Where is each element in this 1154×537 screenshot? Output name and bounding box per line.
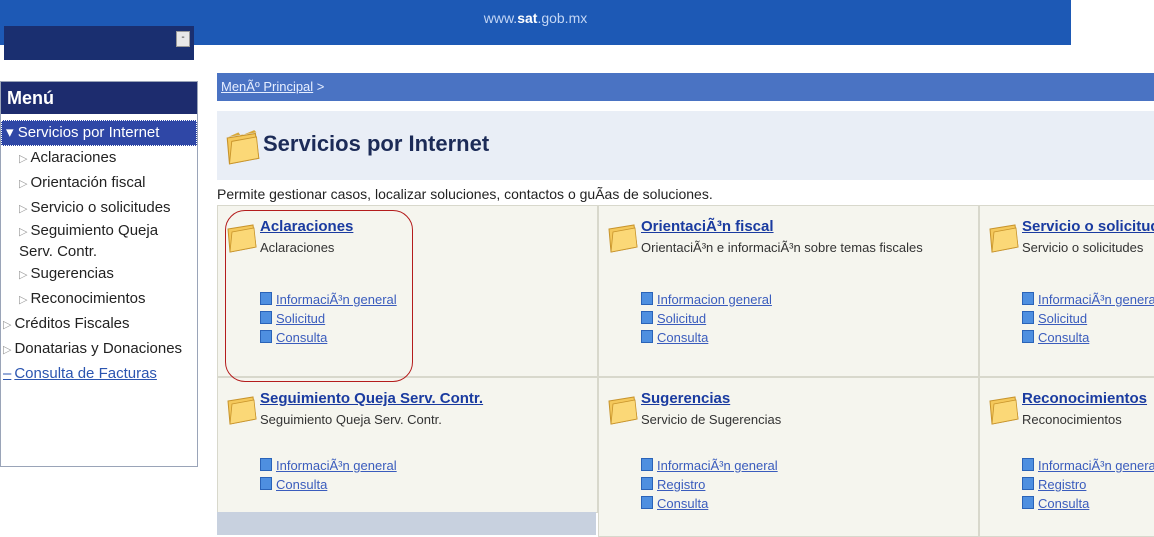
sidebar-item-creditos-fiscales[interactable]: ▷ Créditos Fiscales bbox=[1, 312, 197, 337]
document-icon bbox=[641, 311, 653, 324]
document-icon bbox=[1022, 311, 1034, 324]
card-link[interactable]: Informacion general bbox=[641, 290, 772, 309]
breadcrumb-home-link[interactable]: MenÃº Principal bbox=[221, 79, 313, 94]
card-title[interactable]: Sugerencias bbox=[641, 390, 730, 407]
card-title[interactable]: Reconocimientos bbox=[1022, 390, 1147, 407]
triangle-right-icon: ▷ bbox=[3, 344, 12, 356]
card-seguimiento-queja: Seguimiento Queja Serv. Contr. Seguimien… bbox=[217, 377, 598, 513]
card-link[interactable]: Registro bbox=[1022, 475, 1154, 494]
folder-icon bbox=[989, 396, 1019, 425]
sidebar-item-seguimiento-queja[interactable]: ▷ Seguimiento Queja Serv. Contr. bbox=[1, 221, 197, 262]
card-link[interactable]: InformaciÃ³n general bbox=[260, 456, 397, 475]
sidebar-item-reconocimientos[interactable]: ▷ Reconocimientos bbox=[1, 287, 197, 312]
card-subtitle: OrientaciÃ³n e informaciÃ³n sobre temas … bbox=[641, 240, 923, 255]
document-icon bbox=[641, 330, 653, 343]
dash-icon: – bbox=[3, 365, 12, 382]
sidebar-menu: Menú ▾ Servicios por Internet ▷ Aclaracio… bbox=[0, 81, 198, 467]
sidebar-item-aclaraciones[interactable]: ▷ Aclaraciones bbox=[1, 146, 197, 171]
card-reconocimientos: Reconocimientos Reconocimientos Informac… bbox=[979, 377, 1154, 537]
triangle-right-icon: ▷ bbox=[19, 269, 28, 281]
card-link[interactable]: InformaciÃ³n general bbox=[1022, 290, 1154, 309]
card-link[interactable]: Consulta bbox=[1022, 494, 1154, 513]
triangle-right-icon: ▷ bbox=[19, 226, 28, 238]
triangle-right-icon: ▷ bbox=[3, 319, 12, 331]
document-icon bbox=[260, 458, 272, 471]
sidebar-item-sugerencias[interactable]: ▷ Sugerencias bbox=[1, 262, 197, 287]
folder-icon bbox=[227, 396, 257, 425]
breadcrumb: MenÃº Principal > bbox=[221, 79, 325, 94]
document-icon bbox=[1022, 292, 1034, 305]
card-title[interactable]: Seguimiento Queja Serv. Contr. bbox=[260, 390, 483, 407]
folder-icon bbox=[226, 130, 260, 165]
site-url: www.sat.gob.mx bbox=[483, 10, 588, 26]
document-icon bbox=[641, 477, 653, 490]
card-title[interactable]: OrientaciÃ³n fiscal bbox=[641, 218, 774, 235]
card-orientacion-fiscal: OrientaciÃ³n fiscal OrientaciÃ³n e infor… bbox=[598, 205, 979, 377]
card-title[interactable]: Servicio o solicitudes bbox=[1022, 218, 1154, 235]
card-link[interactable]: Solicitud bbox=[641, 309, 772, 328]
triangle-right-icon: ▷ bbox=[19, 203, 28, 215]
folder-icon bbox=[608, 224, 638, 253]
breadcrumb-bar: MenÃº Principal > bbox=[217, 73, 1154, 101]
triangle-right-icon: ▷ bbox=[19, 153, 28, 165]
card-link[interactable]: InformaciÃ³n general bbox=[1022, 456, 1154, 475]
menu-title: Menú bbox=[1, 82, 197, 114]
triangle-right-icon: ▷ bbox=[19, 294, 28, 306]
card-link[interactable]: Consulta bbox=[641, 328, 772, 347]
sidebar-header: - bbox=[4, 26, 194, 60]
card-link[interactable]: InformaciÃ³n general bbox=[641, 456, 778, 475]
card-sugerencias: Sugerencias Servicio de Sugerencias Info… bbox=[598, 377, 979, 537]
card-link[interactable]: Registro bbox=[641, 475, 778, 494]
document-icon bbox=[1022, 496, 1034, 509]
footer-strip bbox=[217, 512, 596, 535]
card-link[interactable]: Consulta bbox=[1022, 328, 1154, 347]
collapse-button[interactable]: - bbox=[176, 31, 190, 47]
document-icon bbox=[1022, 330, 1034, 343]
document-icon bbox=[641, 458, 653, 471]
document-icon bbox=[1022, 477, 1034, 490]
card-servicio-o-solicitudes: Servicio o solicitudes Servicio o solici… bbox=[979, 205, 1154, 377]
card-subtitle: Servicio o solicitudes bbox=[1022, 240, 1144, 255]
document-icon bbox=[641, 496, 653, 509]
sidebar-item-donatarias[interactable]: ▷ Donatarias y Donaciones bbox=[1, 337, 197, 362]
document-icon bbox=[641, 292, 653, 305]
folder-icon bbox=[989, 224, 1019, 253]
sidebar-item-consulta-de-facturas[interactable]: – Consulta de Facturas bbox=[1, 362, 197, 386]
card-subtitle: Seguimiento Queja Serv. Contr. bbox=[260, 412, 442, 427]
highlight-annotation bbox=[225, 210, 413, 382]
page-header: Servicios por Internet bbox=[217, 111, 1154, 180]
folder-icon bbox=[608, 396, 638, 425]
triangle-right-icon: ▷ bbox=[19, 178, 28, 190]
card-link[interactable]: Consulta bbox=[641, 494, 778, 513]
sidebar-item-orientacion-fiscal[interactable]: ▷ Orientación fiscal bbox=[1, 171, 197, 196]
document-icon bbox=[1022, 458, 1034, 471]
triangle-down-icon: ▾ bbox=[6, 124, 18, 141]
sidebar-item-servicio-o-solicitudes[interactable]: ▷ Servicio o solicitudes bbox=[1, 196, 197, 221]
sidebar-item-servicios-por-internet[interactable]: ▾ Servicios por Internet bbox=[1, 120, 197, 146]
card-link[interactable]: Consulta bbox=[260, 475, 397, 494]
card-link[interactable]: Solicitud bbox=[1022, 309, 1154, 328]
card-subtitle: Servicio de Sugerencias bbox=[641, 412, 782, 427]
page-description: Permite gestionar casos, localizar soluc… bbox=[217, 186, 713, 202]
card-subtitle: Reconocimientos bbox=[1022, 412, 1122, 427]
page-title: Servicios por Internet bbox=[263, 131, 490, 156]
document-icon bbox=[260, 477, 272, 490]
